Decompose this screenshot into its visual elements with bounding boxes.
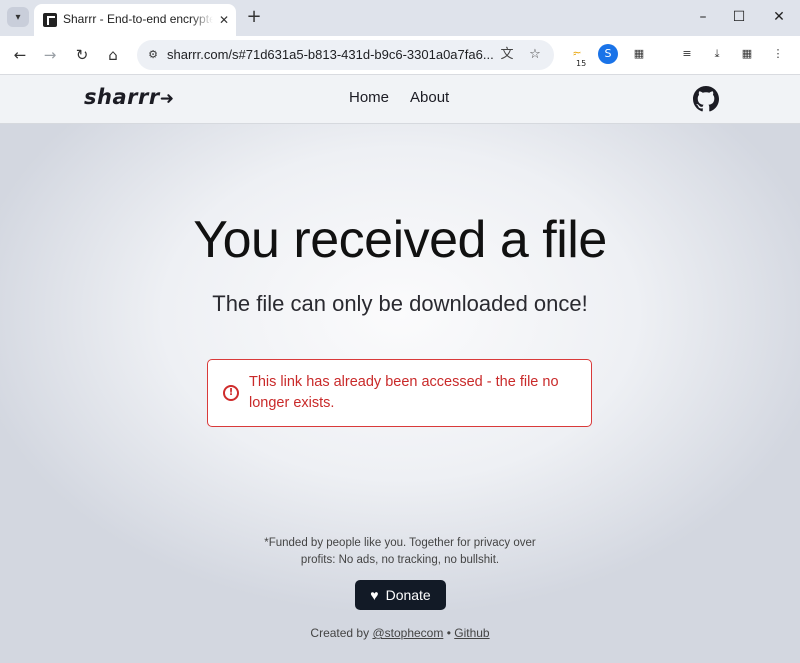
minimize-icon: –: [699, 9, 707, 25]
author-link[interactable]: @stophecom: [372, 626, 443, 640]
alert-circle-icon: !: [223, 385, 239, 401]
plus-icon: +: [246, 6, 262, 27]
shazam-extension-icon[interactable]: S: [598, 44, 618, 64]
tab-strip: ▾ Sharrr - End-to-end encrypted ✕ + – ☐ …: [0, 0, 800, 36]
credits-prefix: Created by: [310, 626, 370, 640]
tab-title: Sharrr - End-to-end encrypted: [63, 12, 213, 26]
forward-button[interactable]: →: [38, 43, 62, 67]
donate-label: Donate: [385, 587, 431, 603]
maximize-button[interactable]: ☐: [724, 6, 754, 28]
active-tab[interactable]: Sharrr - End-to-end encrypted ✕: [34, 4, 236, 36]
download-icon[interactable]: ⤓: [707, 44, 727, 64]
star-icon[interactable]: ☆: [526, 46, 544, 64]
translate-icon[interactable]: 文: [498, 46, 516, 64]
maximize-icon: ☐: [732, 9, 746, 25]
home-button[interactable]: ⌂: [101, 43, 125, 67]
tune-icon[interactable]: ⚙: [145, 47, 161, 63]
nav-link-about[interactable]: About: [410, 89, 449, 106]
error-alert: ! This link has already been accessed - …: [207, 359, 592, 427]
rss-extension-icon[interactable]: ≈ 15: [567, 44, 587, 74]
logo-text: sharrr: [84, 85, 160, 109]
puzzle-icon[interactable]: ▦: [629, 44, 649, 64]
calendar-extension-icon[interactable]: ▦: [737, 44, 757, 64]
alert-message: This link has already been accessed - th…: [249, 374, 559, 411]
close-window-button[interactable]: ✕: [764, 6, 794, 28]
credits: Created by @stophecom • Github: [0, 626, 800, 640]
donate-button[interactable]: ♥ Donate: [355, 580, 446, 610]
address-bar[interactable]: ⚙ sharrr.com/s#71d631a5-b813-431d-b9c6-3…: [137, 40, 554, 70]
reload-button[interactable]: ↻: [70, 43, 94, 67]
github-link[interactable]: Github: [454, 626, 489, 640]
extension-badge: 15: [576, 54, 587, 74]
reload-icon: ↻: [75, 46, 89, 64]
hero-section: You received a file The file can only be…: [0, 124, 800, 663]
sharrr-favicon-icon: [43, 13, 57, 27]
credits-separator: •: [446, 626, 451, 640]
arrow-right-icon: ➜: [159, 89, 175, 109]
home-icon: ⌂: [108, 46, 118, 64]
url-text[interactable]: sharrr.com/s#71d631a5-b813-431d-b9c6-330…: [167, 47, 497, 65]
heart-icon: ♥: [370, 587, 379, 603]
chevron-down-icon: ▾: [15, 11, 21, 23]
forward-arrow-icon: →: [43, 46, 57, 64]
tab-search-button[interactable]: ▾: [7, 7, 29, 27]
minimize-button[interactable]: –: [688, 6, 718, 28]
sharrr-logo[interactable]: sharrr➜: [84, 85, 174, 113]
page-subtitle: The file can only be downloaded once!: [212, 291, 588, 316]
browser-toolbar: ← → ↻ ⌂ ⚙ sharrr.com/s#71d631a5-b813-431…: [0, 36, 800, 75]
new-tab-button[interactable]: +: [244, 8, 264, 28]
funding-note: *Funded by people like you. Together for…: [0, 535, 800, 569]
nav-link-home[interactable]: Home: [349, 89, 389, 106]
page-title: You received a file: [193, 211, 607, 269]
back-arrow-icon: ←: [13, 46, 27, 64]
menu-icon[interactable]: ⋮: [768, 44, 788, 64]
close-icon: ✕: [773, 9, 785, 25]
site-navbar: sharrr➜ Home About: [0, 75, 800, 124]
page-content: sharrr➜ Home About You received a file T…: [0, 75, 800, 663]
funding-note-line-2: profits: No ads, no tracking, no bullshi…: [300, 554, 500, 566]
reading-list-icon[interactable]: ≡: [677, 44, 697, 64]
funding-note-line-1: *Funded by people like you. Together for…: [264, 537, 536, 549]
back-button[interactable]: ←: [8, 43, 32, 67]
tab-close-icon[interactable]: ✕: [216, 12, 232, 28]
github-icon[interactable]: [693, 86, 719, 112]
